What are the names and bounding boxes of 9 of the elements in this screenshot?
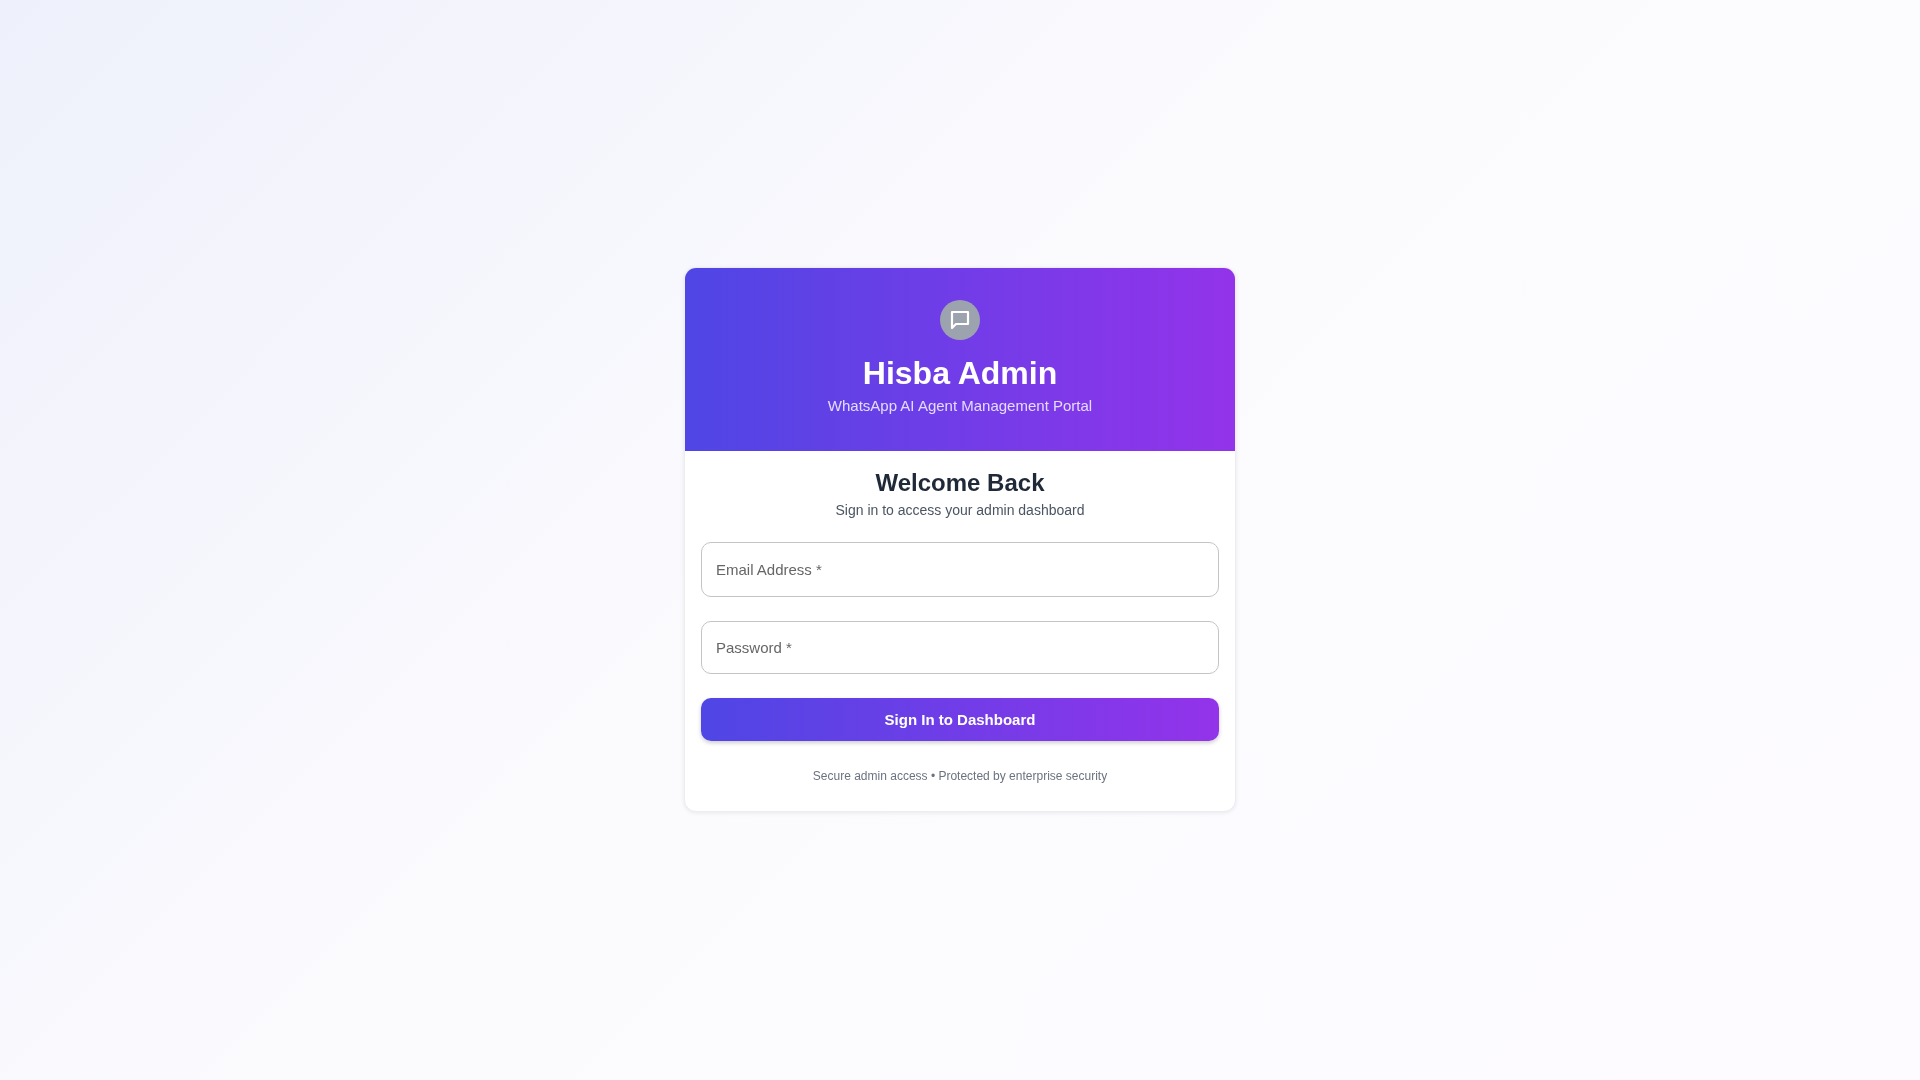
chat-bubble-icon bbox=[948, 308, 972, 332]
app-title: Hisba Admin bbox=[862, 356, 1058, 392]
security-note: Secure admin access • Protected by enterprise security bbox=[812, 768, 1108, 783]
input-field[interactable]: Password * bbox=[701, 620, 1219, 674]
welcome-title: Welcome Back bbox=[874, 469, 1046, 498]
input-field[interactable]: Email Address * bbox=[701, 541, 1219, 597]
welcome-subtitle: Sign in to access your admin dashboard bbox=[835, 501, 1085, 518]
sign-in-button[interactable]: Sign In to Dashboard bbox=[701, 697, 1219, 741]
app-subtitle: WhatsApp AI Agent Management Portal bbox=[827, 397, 1093, 415]
